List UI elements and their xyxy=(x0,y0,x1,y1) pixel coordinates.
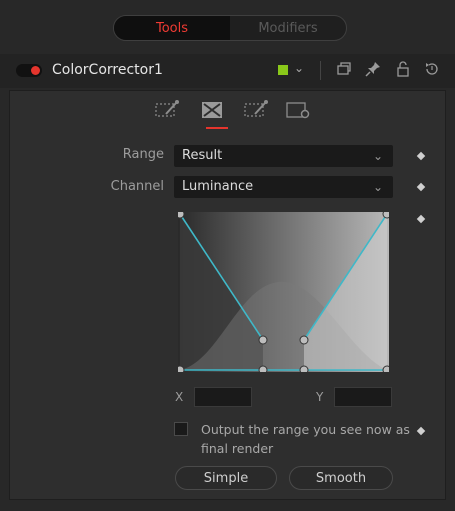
active-tab-indicator xyxy=(206,127,228,129)
tab-modifiers[interactable]: Modifiers xyxy=(230,16,346,40)
tools-modifiers-switch: Tools Modifiers xyxy=(113,15,347,41)
channel-label: Channel xyxy=(110,179,164,194)
curve-handle[interactable] xyxy=(178,212,185,219)
overlay-icon[interactable] xyxy=(335,60,353,78)
settings-tab-icon[interactable] xyxy=(285,99,313,121)
y-label: Y xyxy=(316,390,324,404)
chevron-down-icon: ⌄ xyxy=(372,180,383,194)
node-enable-toggle[interactable] xyxy=(16,64,42,77)
smooth-button[interactable]: Smooth xyxy=(289,466,393,490)
node-header: ColorCorrector1 ⌄ xyxy=(0,54,455,88)
ranges-tab-icon[interactable] xyxy=(199,99,227,121)
range-value: Result xyxy=(182,148,223,163)
enable-dot-icon xyxy=(31,66,40,75)
range-label: Range xyxy=(122,147,164,162)
lock-icon[interactable] xyxy=(394,60,412,78)
curve-handle[interactable] xyxy=(258,335,268,345)
curve-handle[interactable] xyxy=(382,212,389,219)
y-field[interactable] xyxy=(334,387,392,407)
curve-handle[interactable] xyxy=(299,365,309,372)
top-bar: Tools Modifiers xyxy=(0,0,455,52)
correction-tab-icon[interactable] xyxy=(154,99,182,121)
channel-dropdown[interactable]: Luminance ⌄ xyxy=(174,176,393,198)
chevron-down-icon[interactable]: ⌄ xyxy=(294,61,304,75)
pin-icon[interactable] xyxy=(364,60,382,78)
divider xyxy=(320,61,321,80)
curve-handle[interactable] xyxy=(258,365,268,372)
node-color-chip[interactable] xyxy=(278,65,288,75)
x-label: X xyxy=(175,390,184,404)
range-dropdown[interactable]: Result ⌄ xyxy=(174,145,393,167)
simple-button[interactable]: Simple xyxy=(175,466,277,490)
channel-value: Luminance xyxy=(182,179,254,194)
reset-icon[interactable] xyxy=(423,60,441,78)
x-field[interactable] xyxy=(194,387,252,407)
output-range-checkbox[interactable] xyxy=(174,422,188,436)
chevron-down-icon: ⌄ xyxy=(372,149,383,163)
tab-tools[interactable]: Tools xyxy=(114,16,230,40)
curve-handle[interactable] xyxy=(299,335,309,345)
output-range-label: Output the range you see now as final re… xyxy=(201,422,410,456)
node-name: ColorCorrector1 xyxy=(52,62,163,78)
curve-handle[interactable] xyxy=(178,365,185,372)
options-tab-icon[interactable] xyxy=(243,99,271,121)
range-curve-editor[interactable] xyxy=(178,212,389,372)
curve-handle[interactable] xyxy=(382,365,389,372)
